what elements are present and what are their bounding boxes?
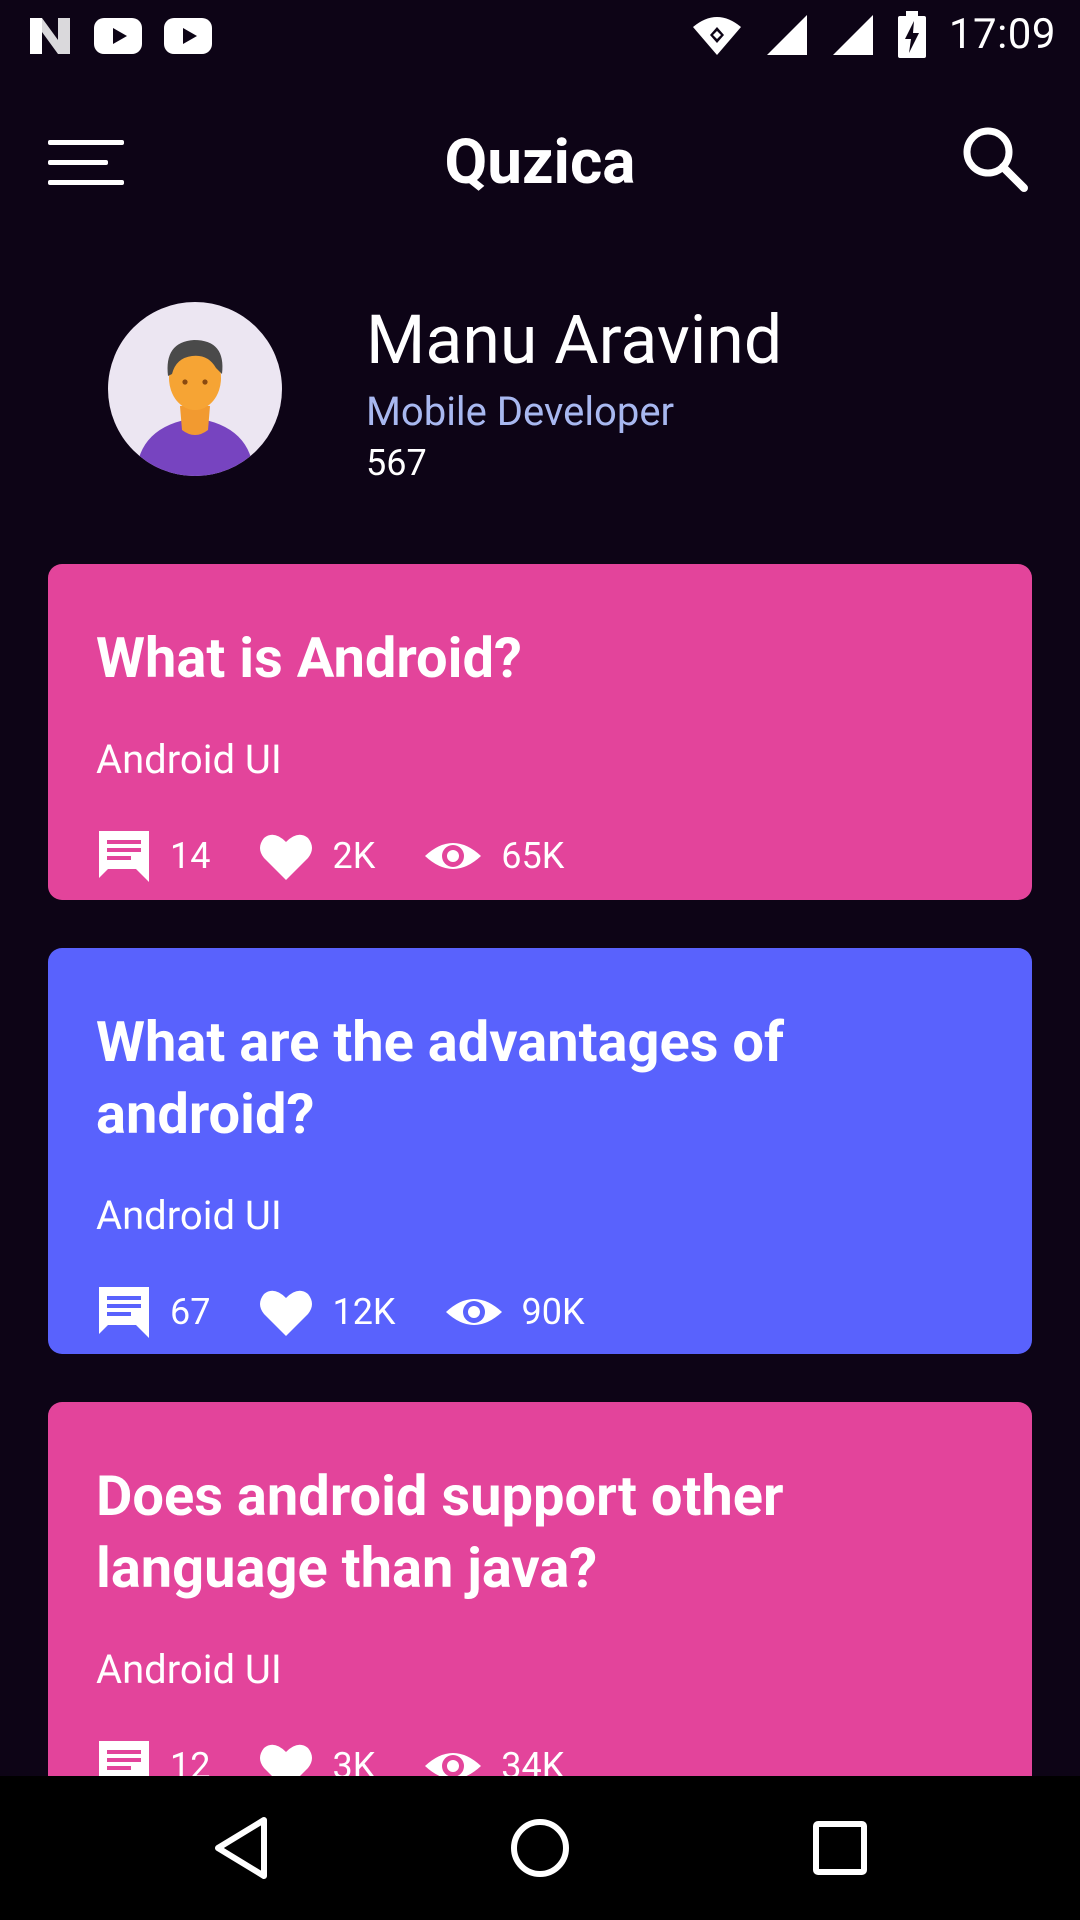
likes-count: 12K [332,1291,396,1333]
question-stats: 14 2K 65K [96,826,984,886]
back-triangle-icon[interactable] [200,1806,284,1890]
recents-square-icon[interactable] [798,1806,882,1890]
comment-icon [99,831,149,882]
likes-stat: 12K [258,1284,396,1340]
question-card[interactable]: Does android support other language than… [48,1402,1032,1822]
status-bar: 17:09 [0,0,1080,72]
question-card[interactable]: What are the advantages of android? Andr… [48,948,1032,1354]
likes-stat: 2K [258,828,375,884]
navigation-bar [0,1776,1080,1920]
views-stat: 65K [423,828,564,884]
wifi-icon [692,16,741,55]
home-circle-icon[interactable] [498,1806,582,1890]
status-time: 17:09 [948,10,1056,59]
youtube-icon [94,18,142,54]
profile-role: Mobile Developer [366,388,675,435]
profile-name: Manu Aravind [366,300,783,380]
comments-stat: 67 [96,1284,210,1340]
app-title: Quzica [444,126,636,199]
views-count: 90K [521,1291,585,1333]
signal-icon [766,14,807,55]
eye-icon [445,1299,502,1325]
app-bar: Quzica [0,90,1080,230]
youtube-icon [164,18,212,54]
signal-icon [832,14,873,55]
question-category: Android UI [96,1646,282,1693]
screen: 17:09 Quzica Manu Aravind Mobile Develop… [0,0,1080,1920]
question-card[interactable]: What is Android? Android UI 14 2K 65K [48,564,1032,900]
comment-icon [99,1287,149,1338]
profile-info: Manu Aravind Mobile Developer 567 [366,300,782,488]
battery-charging-icon [897,10,926,58]
likes-count: 2K [332,835,376,877]
question-title: What is Android? [96,625,522,691]
status-bar-left [28,16,212,56]
heart-icon [260,1290,313,1336]
views-count: 65K [501,835,565,877]
comments-count: 67 [170,1291,211,1333]
comments-count: 14 [170,835,211,877]
heart-icon [260,834,313,880]
eye-icon [425,843,482,869]
question-title: Does android support other language than… [96,1463,784,1601]
comments-stat: 14 [96,828,210,884]
n-notification-icon [30,18,70,54]
question-category: Android UI [96,1192,282,1239]
search-icon[interactable] [958,122,1030,194]
profile-count: 567 [366,442,427,484]
question-title: What are the advantages of android? [96,1009,785,1147]
status-bar-right: 17:09 [691,10,1056,59]
user-avatar-icon[interactable] [108,302,282,476]
question-category: Android UI [96,736,282,783]
question-stats: 67 12K 90K [96,1282,984,1342]
views-stat: 90K [444,1284,585,1340]
